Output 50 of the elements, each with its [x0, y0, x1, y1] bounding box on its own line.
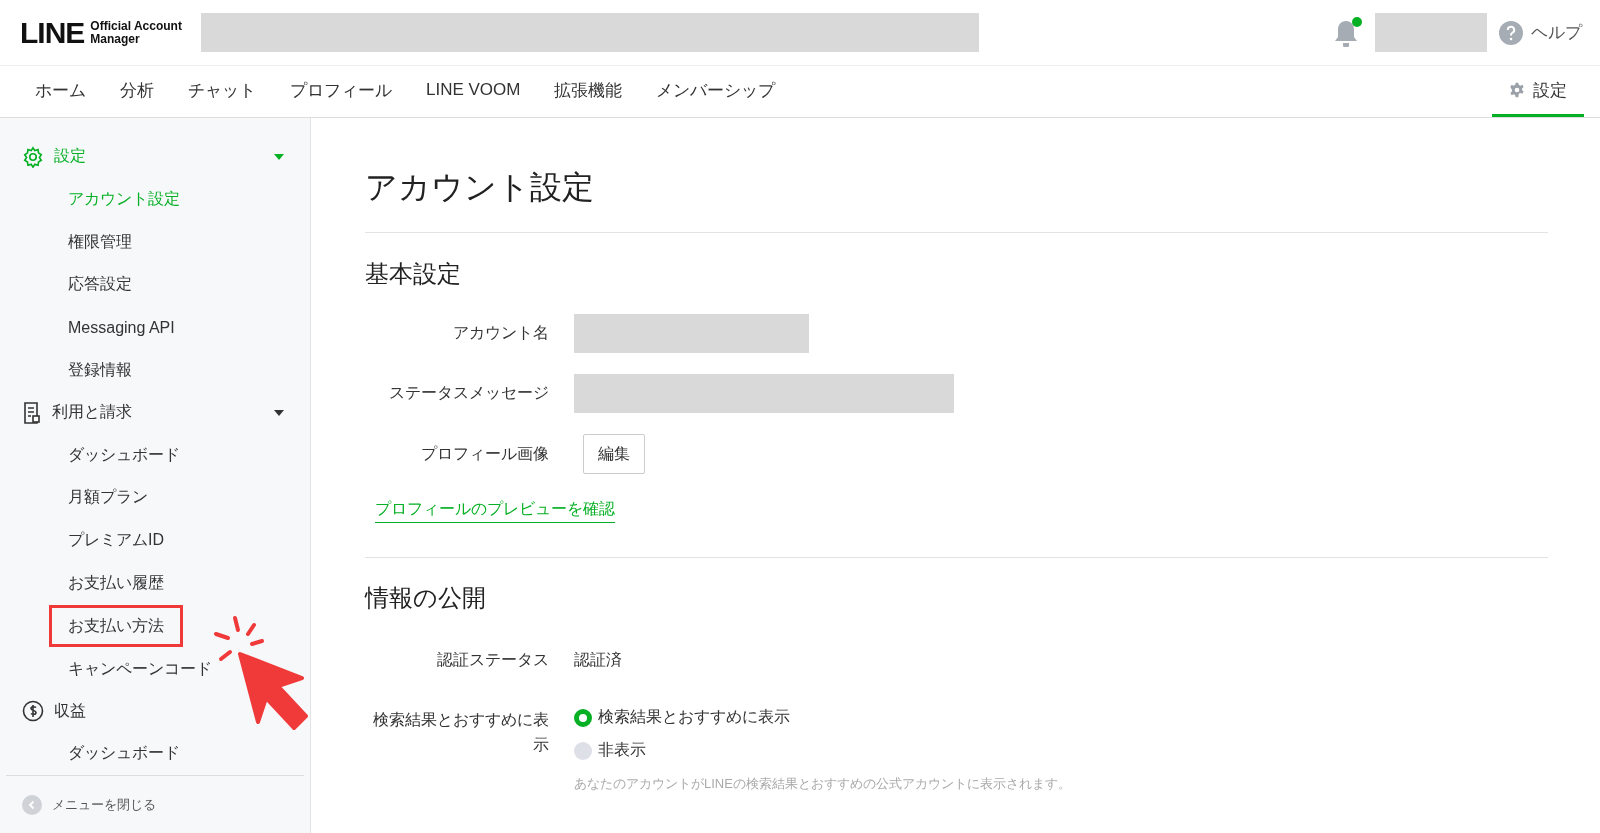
field-label: 認証ステータス: [436, 650, 549, 670]
hint-text: あなたのアカウントがLINEの検索結果とおすすめの公式アカウントに表示されます。: [574, 775, 1072, 793]
nav-tab[interactable]: 分析: [103, 66, 171, 117]
sidebar-group[interactable]: 利用と請求: [0, 391, 310, 434]
logo-subtitle: Manager: [90, 32, 141, 46]
caret-icon: [274, 153, 284, 160]
collapse-menu-button[interactable]: メニューを閉じる: [22, 794, 156, 815]
chevron-left-icon: [22, 794, 42, 815]
nav-tab[interactable]: LINE VOOM: [409, 66, 538, 117]
help-link[interactable]: ヘルプ: [1531, 21, 1582, 44]
notification-button[interactable]: [1333, 18, 1359, 47]
dollar-icon: [22, 700, 44, 723]
gear-icon: [1509, 82, 1525, 98]
edit-button[interactable]: 編集: [583, 434, 645, 474]
radio-option[interactable]: 検索結果とおすすめに表示: [574, 707, 1548, 728]
page-title: アカウント設定: [365, 166, 1548, 233]
sidebar-item[interactable]: 月額プラン: [49, 476, 167, 519]
field-value: 認証済: [574, 650, 623, 670]
settings-tab[interactable]: 設定: [1492, 66, 1584, 117]
field-label: アカウント名: [452, 323, 549, 343]
field-label: ステータスメッセージ: [388, 383, 549, 403]
nav-tab[interactable]: プロフィール: [273, 66, 409, 117]
sidebar-item[interactable]: ダッシュボード: [49, 732, 199, 775]
sidebar-item[interactable]: キャンペーンコード: [49, 648, 231, 691]
section-heading: 情報の公開: [365, 583, 487, 613]
sidebar-item[interactable]: 登録情報: [49, 349, 151, 392]
document-icon: [22, 401, 42, 424]
section-heading: 基本設定: [365, 259, 462, 289]
radio-option[interactable]: 非表示: [574, 740, 1548, 761]
nav-tab[interactable]: 拡張機能: [537, 66, 640, 117]
field-label: 検索結果とおすすめに表示: [372, 710, 549, 755]
help-icon[interactable]: [1499, 20, 1523, 45]
nav-tab[interactable]: メンバーシップ: [639, 66, 793, 117]
nav-tab[interactable]: ホーム: [18, 66, 103, 117]
bell-icon: [1333, 18, 1359, 47]
logo-wordmark: LINE: [20, 15, 85, 50]
logo-subtitle: Official Account: [90, 19, 182, 33]
field-label: プロフィール画像: [420, 443, 549, 464]
gear-icon: [22, 145, 44, 168]
sidebar-item[interactable]: お支払い履歴: [49, 562, 183, 605]
radio-button[interactable]: [574, 708, 592, 727]
sidebar-item[interactable]: プレミアムID: [49, 519, 183, 562]
sidebar-item[interactable]: ダッシュボード: [49, 434, 199, 477]
sidebar-item[interactable]: Messaging API: [49, 306, 194, 349]
sidebar-item[interactable]: 応答設定: [49, 263, 151, 306]
radio-button[interactable]: [574, 741, 592, 760]
sidebar-group[interactable]: 収益: [0, 690, 310, 733]
sidebar-item[interactable]: 権限管理: [49, 221, 151, 264]
nav-tab[interactable]: チャット: [171, 66, 273, 117]
caret-icon: [274, 409, 284, 416]
